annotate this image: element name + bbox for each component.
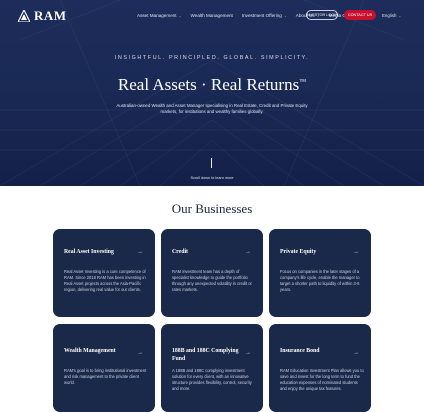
- business-card-credit[interactable]: Credit → RAM investment team has a depth…: [161, 229, 263, 317]
- business-card-wealth-management[interactable]: Wealth Management → RAM's goal is to bri…: [53, 324, 155, 412]
- chevron-down-icon: ⌄: [283, 13, 287, 18]
- chevron-down-icon: ⌄: [178, 13, 182, 18]
- card-title: Private Equity: [280, 249, 317, 255]
- arrow-right-icon: →: [245, 249, 251, 255]
- ram-logo[interactable]: RAM: [18, 8, 67, 23]
- card-description: RAM Education Investment Plan allows you…: [280, 368, 364, 392]
- card-description: Real Asset Investing is a core competenc…: [64, 269, 146, 293]
- arrow-right-icon: →: [137, 350, 143, 356]
- card-title: 188B and 188C Complying Fund: [172, 348, 239, 362]
- menu-wealth-management[interactable]: Wealth Management: [191, 13, 233, 18]
- card-description: RAM investment team has a depth of speci…: [172, 269, 252, 293]
- menu-label: Asset Management: [137, 13, 177, 18]
- hero-subtitle: Australian-owned Wealth and Asset Manage…: [116, 103, 308, 115]
- card-title: Credit: [172, 249, 188, 255]
- card-title: Wealth Management: [64, 348, 116, 354]
- investor-login-button[interactable]: INVESTOR LOGIN: [306, 10, 338, 20]
- ram-logo-icon: [18, 10, 30, 22]
- headline-text: Real Assets · Real Returns: [117, 75, 300, 94]
- card-description: A 188B and 188C complying investment sol…: [172, 368, 252, 392]
- arrow-right-icon: →: [353, 350, 359, 356]
- trademark-symbol: ™: [299, 77, 307, 86]
- menu-label: Investment Offering: [241, 13, 282, 18]
- card-description: Focus on companies in the later stages o…: [280, 269, 360, 293]
- card-title: Insurance Bond: [280, 348, 320, 354]
- chevron-down-icon: ⌄: [398, 13, 402, 18]
- menu-asset-management[interactable]: Asset Management ⌄: [137, 13, 182, 18]
- arrow-right-icon: →: [245, 350, 251, 356]
- section-title-our-businesses: Our Businesses: [171, 201, 253, 216]
- menu-investment-offering[interactable]: Investment Offering ⌄: [242, 13, 287, 18]
- hero-tagline: INSIGHTFUL. PRINCIPLED. GLOBAL. SIMPLICI…: [114, 55, 310, 61]
- language-selector[interactable]: English ⌄: [382, 13, 401, 18]
- arrow-right-icon: →: [137, 249, 143, 255]
- business-card-insurance-bond[interactable]: Insurance Bond → RAM Education Investmen…: [269, 324, 371, 412]
- card-description: RAM's goal is to bring institutional inv…: [64, 368, 147, 386]
- business-card-private-equity[interactable]: Private Equity → Focus on companies in t…: [269, 229, 371, 317]
- logo-text: RAM: [34, 8, 67, 23]
- card-title: Real Asset Investing: [64, 249, 114, 255]
- scroll-down-link[interactable]: Scroll down to learn more: [0, 176, 424, 180]
- language-label: English: [382, 13, 397, 18]
- arrow-right-icon: →: [353, 249, 359, 255]
- business-card-188b-188c-fund[interactable]: 188B and 188C Complying Fund → A 188B an…: [161, 324, 263, 412]
- hero-banner: RAM Asset Management ⌄ Wealth Management…: [0, 0, 424, 186]
- scroll-indicator-line: [211, 158, 212, 168]
- contact-us-button[interactable]: CONTACT US: [344, 10, 376, 20]
- hero-headline: Real Assets · Real Returns™: [0, 75, 424, 95]
- business-card-real-asset-investing[interactable]: Real Asset Investing → Real Asset Invest…: [53, 229, 155, 317]
- menu-label: Wealth Management: [190, 13, 233, 18]
- top-navigation: RAM Asset Management ⌄ Wealth Management…: [0, 0, 424, 32]
